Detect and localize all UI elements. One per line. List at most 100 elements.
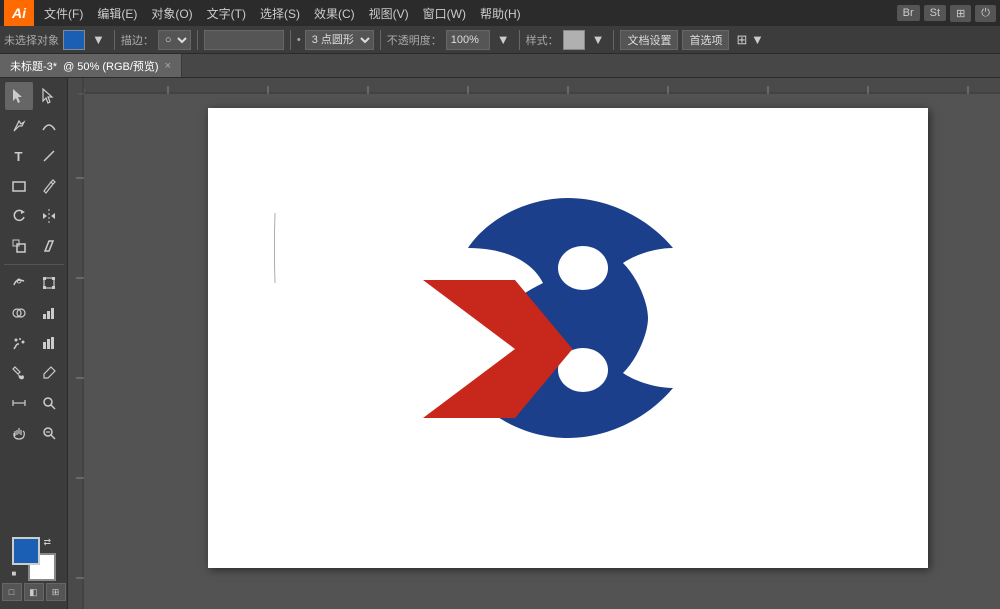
separator-3 [290,30,291,50]
default-colors-icon[interactable]: ■ [12,569,24,581]
menu-object[interactable]: 对象(O) [145,3,198,24]
quick-mask-button[interactable]: ◧ [24,583,44,601]
rotate-tool[interactable] [5,202,33,230]
tool-row-rotate [0,202,67,230]
doc-settings-button[interactable]: 文档设置 [620,30,678,50]
shear-tool[interactable] [35,232,63,260]
style-label: 样式： [526,32,559,48]
power-button[interactable]: ⏻ [975,5,996,22]
tool-row-type: T [0,142,67,170]
menu-view[interactable]: 视图(V) [363,3,415,24]
left-toolbar: T [0,78,68,609]
stroke-label: 描边： [121,32,154,48]
pen-tool[interactable] [5,112,33,140]
symbol-spray-tool[interactable] [5,329,33,357]
separator-6 [613,30,614,50]
style-swatch[interactable] [563,30,585,50]
graph-tool[interactable] [35,299,63,327]
tool-row-draw [0,112,67,140]
pencil-tool[interactable] [35,172,63,200]
tool-row-paint [0,359,67,387]
paintbucket-tool[interactable] [5,359,33,387]
point-shape-select[interactable]: 3 点圆形 [305,30,374,50]
type-tool[interactable]: T [5,142,33,170]
ruler-top-marks [68,78,1000,94]
foreground-background-colors: ⇄ ■ [12,537,56,581]
style-dropdown[interactable]: ▼ [589,32,608,47]
ai-logo-icon: Ai [4,0,34,26]
eyedropper-tool[interactable] [35,359,63,387]
menu-window[interactable]: 窗口(W) [417,3,472,24]
tab-bar: 未标题-3* @ 50% (RGB/预览) × [0,54,1000,78]
opacity-input[interactable] [446,30,490,50]
fill-color-swatch[interactable] [63,30,85,50]
separator-5 [519,30,520,50]
direct-selection-tool[interactable] [35,82,63,110]
menu-help[interactable]: 帮助(H) [474,3,527,24]
tab-title: 未标题-3* [10,58,57,74]
tool-row-measure [0,389,67,417]
carrefour-logo [368,158,768,478]
stock-button[interactable]: St [924,5,946,21]
preferences-button[interactable]: 首选项 [682,30,729,50]
measure-tool[interactable] [5,389,33,417]
options-bar: 未选择对象 ▼ 描边： ○ • 3 点圆形 不透明度： ▼ 样式： ▼ 文档设置… [0,26,1000,54]
tab-subtitle: @ 50% (RGB/预览) [63,58,159,74]
tool-row-symbol [0,329,67,357]
line-tool[interactable] [35,142,63,170]
main-area: T [0,78,1000,609]
document-canvas [208,108,928,568]
brush-preset[interactable] [204,30,284,50]
column-graph-tool[interactable] [35,329,63,357]
curvature-tool[interactable] [35,112,63,140]
opacity-dropdown[interactable]: ▼ [494,32,513,47]
screen-mode-button[interactable]: ⊞ [46,583,66,601]
hand-tool[interactable] [5,419,33,447]
tool-separator-1 [4,264,64,265]
tool-row-shape [0,172,67,200]
tool-row-selection [0,82,67,110]
tool-row-graph [0,299,67,327]
rectangle-tool[interactable] [5,172,33,200]
normal-mode-button[interactable]: □ [2,583,22,601]
shape-builder-tool[interactable] [5,299,33,327]
foreground-color-swatch[interactable] [12,537,40,565]
separator-1 [114,30,115,50]
warp-tool[interactable] [5,269,33,297]
canvas-area [68,78,1000,609]
opacity-label: 不透明度： [387,32,442,48]
point-shape-label: • [297,34,301,46]
menu-bar: 文件(F) 编辑(E) 对象(O) 文字(T) 选择(S) 效果(C) 视图(V… [38,3,897,24]
menu-file[interactable]: 文件(F) [38,3,89,24]
scale-tool[interactable] [5,232,33,260]
zoom-tool[interactable] [35,389,63,417]
separator-4 [380,30,381,50]
pencil-stroke [270,208,280,288]
title-bar: Ai 文件(F) 编辑(E) 对象(O) 文字(T) 选择(S) 效果(C) 视… [0,0,1000,26]
reflect-tool[interactable] [35,202,63,230]
menu-edit[interactable]: 编辑(E) [91,3,143,24]
tool-row-hand [0,419,67,447]
ruler-top [68,78,1000,94]
zoom-view-tool[interactable] [35,419,63,447]
tab-close-button[interactable]: × [165,60,171,72]
document-tab[interactable]: 未标题-3* @ 50% (RGB/预览) × [0,54,182,77]
stroke-select[interactable]: ○ [158,30,191,50]
tool-row-warp [0,269,67,297]
mask-buttons: □ ◧ ⊞ [2,583,66,601]
tool-row-scale [0,232,67,260]
fill-icon[interactable]: ▼ [89,32,108,47]
selection-tool[interactable] [5,82,33,110]
swap-colors-icon[interactable]: ⇄ [44,537,56,549]
workspace-options-icon[interactable]: ⊞ ▼ [733,32,766,48]
menu-text[interactable]: 文字(T) [201,3,252,24]
menu-select[interactable]: 选择(S) [254,3,306,24]
workspace-button[interactable]: ⊞ [950,5,971,22]
menu-effect[interactable]: 效果(C) [308,3,361,24]
free-transform-tool[interactable] [35,269,63,297]
bridge-button[interactable]: Br [897,5,920,21]
ruler-left-marks [68,78,84,609]
separator-2 [197,30,198,50]
title-right-buttons: Br St ⊞ ⏻ [897,5,996,22]
ruler-left [68,78,84,609]
